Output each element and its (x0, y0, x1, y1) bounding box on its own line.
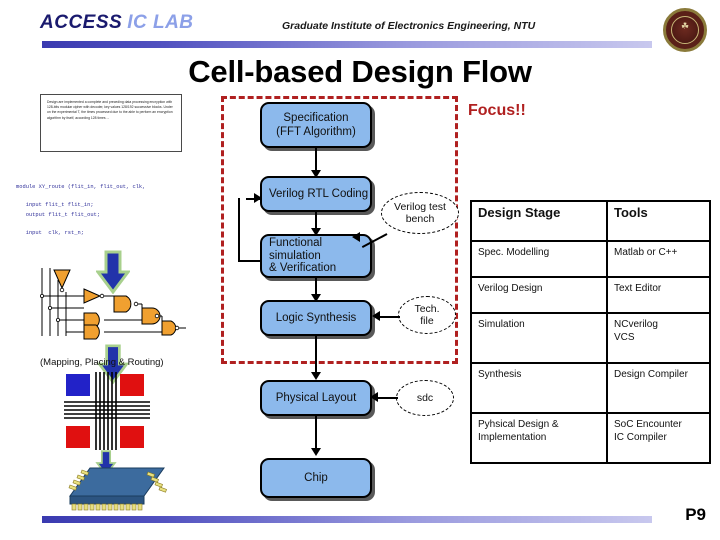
lab-logo-iclab: IC LAB (127, 12, 194, 33)
table-row: Simulation NCverilog VCS (470, 312, 711, 364)
table-cell-stage: Spec. Modelling (470, 240, 608, 278)
code-line: input flit_t flit_in; (16, 202, 94, 209)
connector-techfile-to-synth (380, 316, 400, 318)
chip-package-figure (68, 467, 167, 511)
note-tech-file-line1: Tech. (414, 303, 440, 315)
table-header-design-stage: Design Stage (470, 200, 608, 242)
table-cell-tools: SoC Encounter IC Compiler (606, 412, 711, 464)
flow-box-rtl-coding-label: Verilog RTL Coding (269, 188, 369, 200)
table-cell-tools-line: VCS (614, 332, 635, 343)
feedback-loop-bottom (238, 260, 262, 262)
flow-box-specification[interactable]: Specification (FFT Algorithm) (260, 102, 372, 148)
connector-spec-to-rtl (315, 148, 317, 172)
arrow-head-icon (352, 232, 360, 242)
code-line: input clk, rst_n; (16, 230, 84, 237)
placement-routing-figure (64, 372, 150, 450)
code-line: output flit_t flit_out; (16, 211, 101, 218)
institute-subtitle: Graduate Institute of Electronics Engine… (282, 20, 536, 32)
lab-logo: ACCESS IC LAB (40, 12, 194, 34)
flow-box-chip[interactable]: Chip (260, 458, 372, 498)
page-number: P9 (685, 505, 706, 524)
arrow-head-icon (370, 392, 378, 402)
flow-box-functional-simulation-line1: Functional (269, 237, 323, 250)
flow-box-specification-line2: (FFT Algorithm) (276, 126, 356, 138)
feedback-loop-vertical (238, 198, 240, 262)
gate-level-schematic (40, 268, 186, 340)
table-cell-stage: Synthesis (470, 362, 608, 414)
flow-box-functional-simulation-line3: & Verification (269, 262, 337, 275)
flow-box-logic-synthesis[interactable]: Logic Synthesis (260, 300, 372, 336)
table-row: Synthesis Design Compiler (470, 362, 711, 414)
table-cell-tools: Matlab or C++ (606, 240, 711, 278)
footer-divider-rule (42, 516, 652, 523)
verilog-code-snippet: module XY_route (flit_in, flit_out, clk,… (16, 183, 196, 249)
arrow-head-icon (254, 193, 262, 203)
mapping-placing-routing-caption: (Mapping, Placing & Routing) (40, 357, 164, 368)
flow-box-functional-simulation-line2: simulation (269, 249, 321, 262)
note-tech-file-line2: file (420, 315, 434, 327)
code-line: module XY_route (flit_in, flit_out, clk, (16, 184, 146, 190)
flow-box-chip-label: Chip (304, 472, 328, 484)
table-row: Pyhsical Design & Implementation SoC Enc… (470, 412, 711, 464)
note-sdc-label: sdc (416, 392, 434, 404)
connector-synth-to-layout (315, 336, 317, 376)
table-cell-stage-line: Implementation (478, 432, 547, 443)
connector-layout-to-chip (315, 416, 317, 452)
arrow-head-icon (372, 311, 380, 321)
table-header-tools: Tools (606, 200, 711, 242)
note-verilog-testbench[interactable]: Verilog test bench (381, 192, 459, 234)
flow-box-physical-layout[interactable]: Physical Layout (260, 380, 372, 416)
table-cell-tools-line: IC Compiler (614, 432, 667, 443)
table-row: Verilog Design Text Editor (470, 276, 711, 314)
note-sdc[interactable]: sdc (396, 380, 454, 416)
flow-box-logic-synthesis-label: Logic Synthesis (275, 312, 357, 324)
note-verilog-testbench-line2: bench (405, 213, 435, 225)
focus-label: Focus!! (468, 102, 526, 119)
arrow-head-icon (311, 372, 321, 380)
table-cell-stage: Pyhsical Design & Implementation (470, 412, 608, 464)
slide-header: ACCESS IC LAB Graduate Institute of Elect… (0, 0, 720, 52)
table-cell-tools: Design Compiler (606, 362, 711, 414)
table-cell-stage-line: Pyhsical Design & (478, 419, 559, 430)
specification-text-box: Design are implemented a complete and pr… (40, 94, 182, 152)
flow-box-specification-line1: Specification (283, 112, 349, 124)
page-title: Cell-based Design Flow (188, 54, 532, 89)
header-divider-rule (42, 41, 652, 48)
flow-box-rtl-coding[interactable]: Verilog RTL Coding (260, 176, 372, 212)
table-cell-tools-line: SoC Encounter (614, 419, 682, 430)
ntu-seal-glyph: ☘ (680, 22, 690, 32)
table-cell-stage: Simulation (470, 312, 608, 364)
arrow-head-icon (311, 448, 321, 456)
ntu-seal-icon: ☘ (663, 8, 707, 52)
flow-box-physical-layout-label: Physical Layout (275, 392, 357, 404)
note-verilog-testbench-line1: Verilog test (394, 201, 446, 213)
connector-sdc-to-layout (378, 397, 398, 399)
table-cell-tools: NCverilog VCS (606, 312, 711, 364)
design-stage-tools-table: Design Stage Tools Spec. Modelling Matla… (470, 200, 711, 464)
lab-logo-access: ACCESS (40, 12, 123, 33)
table-header-row: Design Stage Tools (470, 200, 711, 242)
table-cell-tools: Text Editor (606, 276, 711, 314)
note-tech-file[interactable]: Tech. file (398, 296, 456, 334)
table-row: Spec. Modelling Matlab or C++ (470, 240, 711, 278)
table-cell-tools-line: NCverilog (614, 319, 658, 330)
table-cell-stage: Verilog Design (470, 276, 608, 314)
